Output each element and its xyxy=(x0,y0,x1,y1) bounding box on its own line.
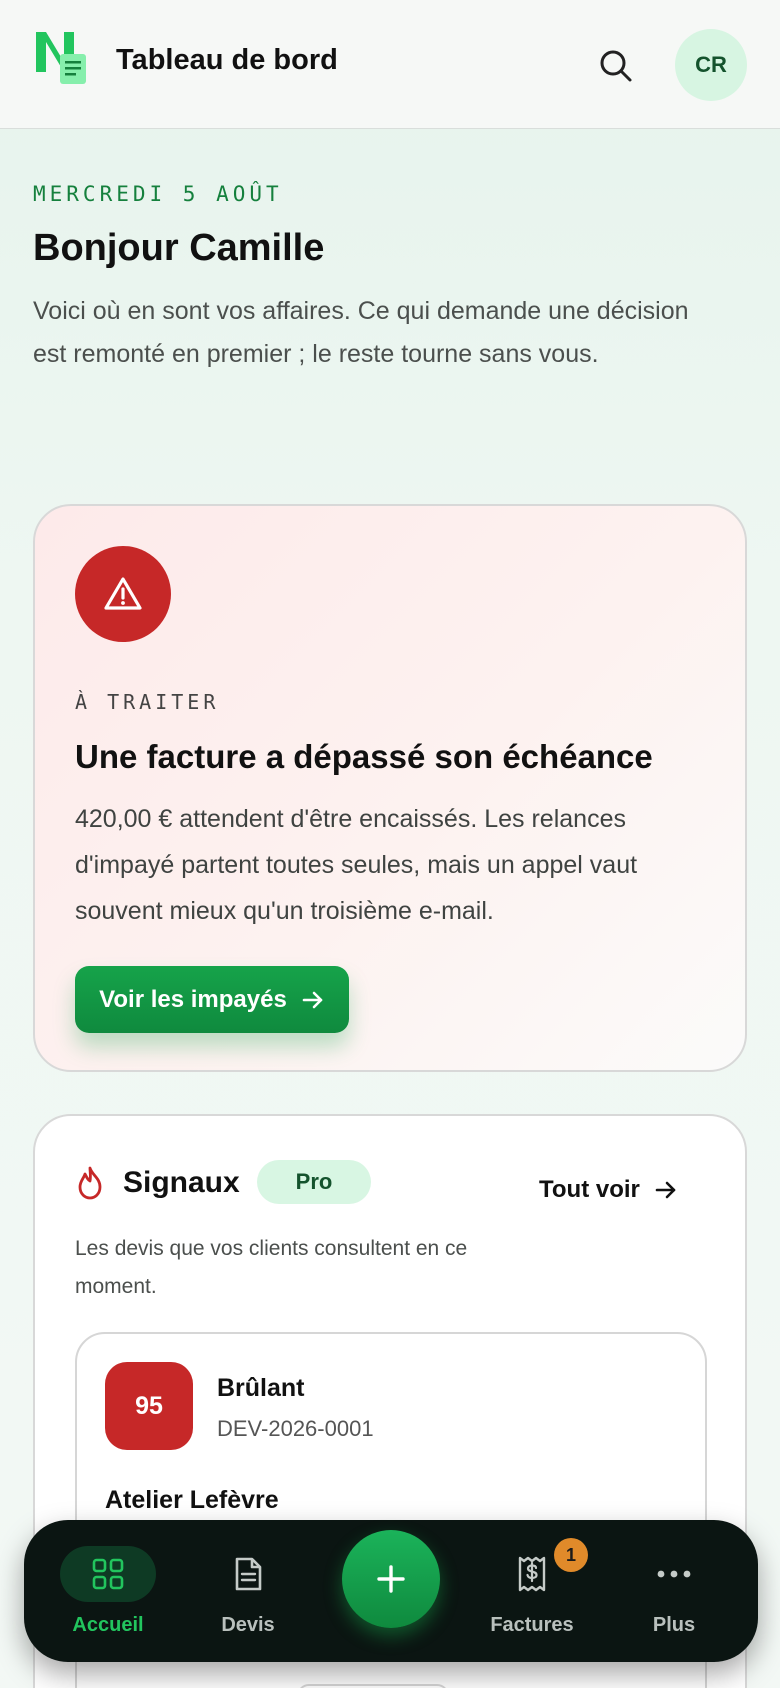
see-all-label: Tout voir xyxy=(539,1176,640,1203)
more-icon xyxy=(626,1546,722,1602)
greeting-title: Bonjour Camille xyxy=(33,227,325,269)
nav-label-more: Plus xyxy=(652,1614,696,1636)
page-title: Tableau de bord xyxy=(116,44,338,76)
nav-item-more[interactable]: Plus xyxy=(604,1546,744,1646)
alert-title: Une facture a dépassé son échéance xyxy=(75,738,653,775)
nav-label-home: Accueil xyxy=(72,1614,144,1636)
app-logo[interactable] xyxy=(34,28,90,88)
overdue-invoice-card: À TRAITER Une facture a dépassé son éché… xyxy=(33,504,747,1072)
invoices-notification-badge: 1 xyxy=(554,1538,588,1572)
view-unpaid-button[interactable]: Voir les impayés xyxy=(75,966,349,1033)
nav-item-home[interactable]: Accueil xyxy=(38,1546,178,1646)
signals-subtitle: Les devis que vos clients consultent en … xyxy=(75,1237,468,1298)
warning-icon xyxy=(75,546,171,642)
grid-icon xyxy=(60,1546,156,1602)
current-date: MERCREDI 5 AOÛT xyxy=(33,182,283,206)
nav-label-quotes: Devis xyxy=(221,1614,275,1636)
signal-action-button[interactable] xyxy=(297,1684,449,1688)
document-icon xyxy=(200,1546,296,1602)
arrow-right-icon xyxy=(302,991,323,1008)
signal-heat-label: Brûlant xyxy=(217,1374,305,1402)
alert-body: 420,00 € attendent d'être encaissés. Les… xyxy=(75,805,638,925)
plus-icon xyxy=(377,1565,405,1593)
signals-title: Signaux xyxy=(123,1166,240,1199)
avatar[interactable]: CR xyxy=(675,29,747,101)
view-unpaid-label: Voir les impayés xyxy=(99,985,287,1013)
greeting-intro: Voici où en sont vos affaires. Ce qui de… xyxy=(33,297,689,368)
flame-icon xyxy=(78,1166,102,1200)
create-button[interactable] xyxy=(342,1530,440,1628)
nav-item-quotes[interactable]: Devis xyxy=(178,1546,318,1646)
search-icon[interactable] xyxy=(596,46,636,86)
client-name: Atelier Lefèvre xyxy=(105,1486,279,1514)
arrow-right-icon xyxy=(655,1181,676,1199)
see-all-link[interactable]: Tout voir xyxy=(539,1176,678,1204)
signal-score: 95 xyxy=(105,1362,193,1450)
app-header: Tableau de bord CR xyxy=(0,0,780,129)
pro-badge: Pro xyxy=(257,1160,371,1204)
bottom-navigation: Accueil Devis Factures 1 Plus xyxy=(24,1520,758,1662)
alert-eyebrow: À TRAITER xyxy=(75,690,220,714)
nav-label-invoices: Factures xyxy=(490,1614,574,1636)
quote-reference: DEV-2026-0001 xyxy=(217,1416,374,1441)
